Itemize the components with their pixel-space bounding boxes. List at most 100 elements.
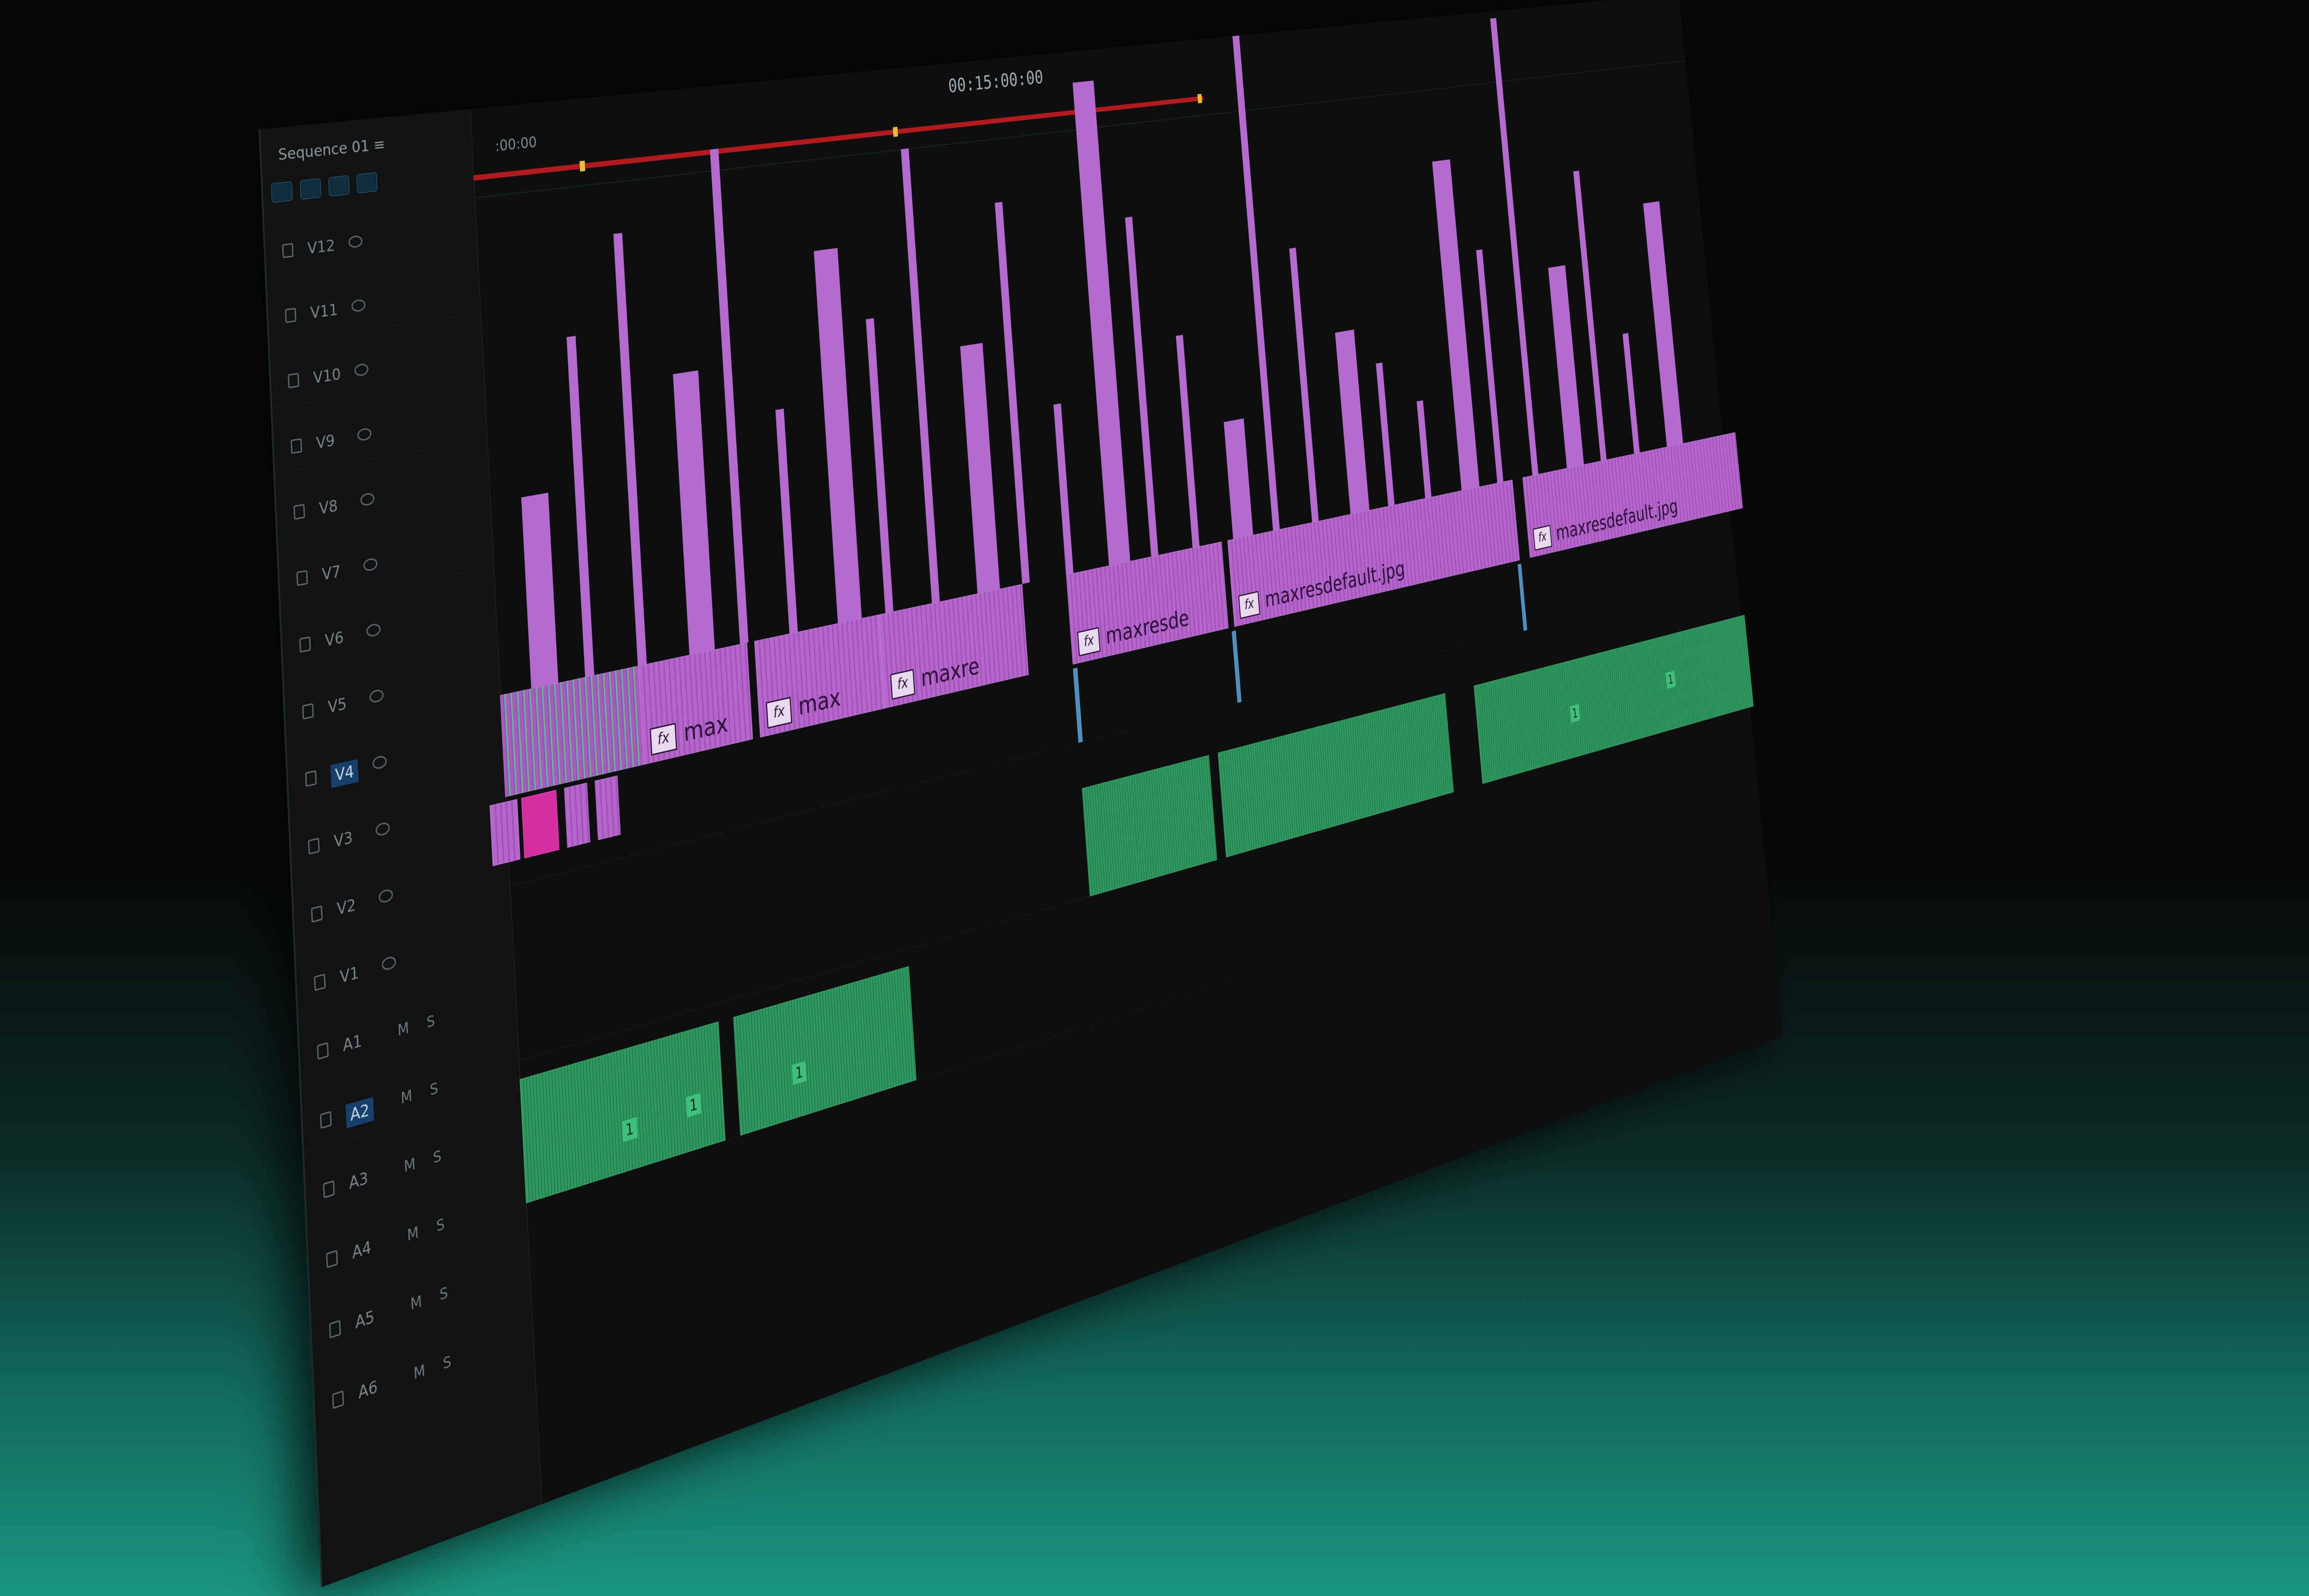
mute-toggle[interactable]: M [404, 1154, 416, 1176]
lock-icon[interactable] [293, 504, 305, 520]
solo-toggle[interactable]: S [433, 1146, 442, 1167]
video-clip[interactable] [1232, 630, 1242, 703]
track-header-row[interactable]: V12 [265, 206, 478, 278]
video-clip[interactable] [594, 775, 621, 840]
video-clip[interactable] [490, 799, 520, 866]
fx-icon[interactable]: fx [649, 723, 677, 756]
track-label[interactable]: V2 [336, 895, 356, 919]
stacked-clip[interactable] [1548, 265, 1584, 468]
stacked-clip[interactable] [1072, 80, 1130, 566]
mute-toggle[interactable]: M [397, 1018, 410, 1040]
lock-icon[interactable] [311, 905, 323, 923]
fx-icon[interactable]: fx [1533, 525, 1553, 551]
stacked-clip[interactable] [1335, 329, 1370, 514]
eye-icon[interactable] [351, 298, 366, 313]
track-label[interactable]: V5 [327, 694, 347, 717]
stacked-clip[interactable] [775, 408, 798, 634]
stacked-clip[interactable] [1376, 362, 1395, 506]
stacked-clip[interactable] [1289, 248, 1319, 522]
lock-icon[interactable] [290, 438, 302, 454]
lock-icon[interactable] [317, 1042, 329, 1060]
mute-toggle[interactable]: M [400, 1086, 413, 1107]
lock-icon[interactable] [284, 308, 296, 323]
lock-icon[interactable] [299, 636, 311, 653]
eye-icon[interactable] [372, 755, 387, 770]
eye-icon[interactable] [369, 688, 384, 704]
video-clip[interactable] [1073, 667, 1083, 743]
track-header-row[interactable]: V9 [273, 394, 487, 474]
lock-icon[interactable] [308, 837, 320, 855]
stacked-clip[interactable] [814, 248, 862, 623]
stacked-clip[interactable] [995, 202, 1030, 584]
eye-icon[interactable] [357, 427, 372, 442]
track-label[interactable]: V9 [316, 431, 335, 453]
stacked-clip[interactable] [613, 233, 647, 666]
eye-icon[interactable] [348, 235, 363, 248]
solo-toggle[interactable]: S [429, 1078, 439, 1099]
track-label[interactable]: V11 [310, 301, 338, 323]
eye-icon[interactable] [360, 492, 375, 507]
eye-icon[interactable] [363, 557, 378, 572]
track-label[interactable]: V12 [307, 236, 335, 258]
lock-icon[interactable] [314, 973, 326, 991]
lock-icon[interactable] [288, 373, 300, 388]
eye-icon[interactable] [366, 623, 381, 638]
stacked-clip[interactable] [1643, 201, 1683, 447]
stacked-clip[interactable] [1416, 400, 1432, 498]
track-label[interactable]: V7 [321, 562, 341, 584]
track-label[interactable]: V6 [325, 628, 345, 651]
lock-icon[interactable] [305, 770, 317, 787]
timeline-area[interactable]: :00:00 00:15:00:00 fx max fx max fx maxr… [470, 0, 1783, 1504]
stacked-clip[interactable] [521, 492, 559, 689]
solo-toggle[interactable]: S [442, 1352, 452, 1373]
lock-icon[interactable] [296, 570, 308, 586]
track-label[interactable]: A1 [343, 1031, 363, 1056]
track-label[interactable]: A3 [349, 1168, 369, 1193]
track-header-row[interactable]: V10 [270, 331, 484, 408]
mute-toggle[interactable]: M [413, 1360, 426, 1383]
stacked-clip[interactable] [1622, 332, 1640, 454]
stacked-clip[interactable] [1223, 418, 1253, 539]
track-label[interactable]: V3 [333, 828, 353, 852]
linked-selection-icon[interactable] [300, 178, 321, 200]
stacked-clip[interactable] [1490, 18, 1539, 476]
stacked-clip[interactable] [865, 318, 894, 613]
stacked-clip[interactable] [1476, 249, 1504, 483]
lock-icon[interactable] [329, 1319, 341, 1339]
stacked-clip[interactable] [710, 148, 749, 644]
stacked-clip[interactable] [1053, 403, 1074, 575]
video-clip[interactable] [1517, 563, 1528, 631]
stacked-clip[interactable] [960, 343, 1000, 594]
track-header-row[interactable]: V11 [267, 268, 481, 343]
track-label[interactable]: V4 [330, 759, 359, 788]
track-label[interactable]: A4 [352, 1237, 372, 1263]
fx-icon[interactable]: fx [1238, 591, 1260, 619]
track-label[interactable]: A5 [355, 1307, 375, 1333]
sequence-tab[interactable]: Sequence 01 ≡ [278, 135, 386, 164]
lock-icon[interactable] [282, 243, 294, 259]
video-clip[interactable] [521, 790, 560, 858]
eye-icon[interactable] [381, 955, 397, 972]
lock-icon[interactable] [302, 703, 314, 720]
fx-icon[interactable]: fx [1077, 627, 1101, 657]
audio-clip[interactable] [1082, 755, 1217, 897]
track-label[interactable]: A6 [358, 1377, 378, 1403]
solo-toggle[interactable]: S [439, 1283, 448, 1304]
stacked-clip[interactable] [1125, 217, 1159, 557]
stacked-clip[interactable] [1432, 159, 1480, 490]
lock-icon[interactable] [326, 1250, 338, 1269]
settings-icon[interactable] [357, 172, 378, 193]
lock-icon[interactable] [320, 1111, 332, 1129]
stacked-clip[interactable] [901, 148, 940, 604]
track-label[interactable]: V1 [339, 963, 359, 987]
stacked-clip[interactable] [566, 336, 594, 677]
solo-toggle[interactable]: S [436, 1214, 445, 1235]
track-label[interactable]: V8 [319, 496, 338, 518]
video-clip[interactable] [564, 782, 591, 848]
fx-icon[interactable]: fx [890, 669, 915, 700]
add-marker-icon[interactable] [328, 175, 350, 197]
audio-clip[interactable]: 1 [733, 966, 917, 1136]
solo-toggle[interactable]: S [426, 1011, 435, 1032]
stacked-clip[interactable] [673, 370, 715, 655]
eye-icon[interactable] [375, 821, 390, 837]
